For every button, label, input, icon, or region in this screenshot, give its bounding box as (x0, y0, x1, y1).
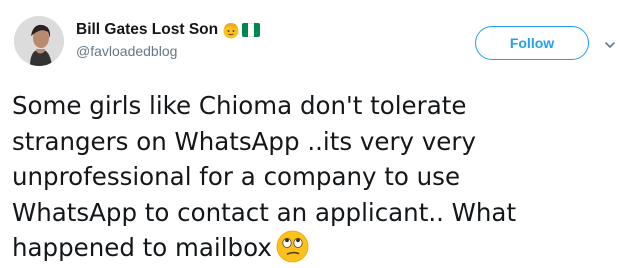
person-face-emoji-icon (222, 21, 240, 39)
tweet-text-line: happened to mailbox (12, 233, 272, 262)
follow-button[interactable]: Follow (475, 26, 589, 60)
avatar[interactable] (14, 16, 64, 66)
tweet-text-line: unprofessional for a company to use (12, 162, 461, 191)
tweet-text-line: Some girls like Chioma don't tolerate (12, 91, 467, 120)
user-handle[interactable]: @favloadedblog (76, 43, 260, 59)
nigeria-flag-icon (242, 23, 261, 37)
tweet-text-line: strangers on WhatsApp ..its very very (12, 126, 476, 156)
chevron-down-icon[interactable] (604, 37, 616, 48)
tweet-text-line: WhatsApp to contact an applicant.. What (12, 197, 517, 227)
name-row: Bill Gates Lost Son (76, 20, 261, 40)
display-name[interactable]: Bill Gates Lost Son (76, 21, 218, 39)
tweet-text-last-line: happened to mailbox (12, 230, 616, 266)
author-block: Bill Gates Lost Son @favloadedblog (76, 20, 261, 59)
tweet-card: Bill Gates Lost Son @favloadedblog Follo… (0, 0, 620, 268)
face-with-rolling-eyes-icon (276, 230, 309, 263)
tweet-text: Some girls like Chioma don't tolerate st… (12, 88, 616, 266)
